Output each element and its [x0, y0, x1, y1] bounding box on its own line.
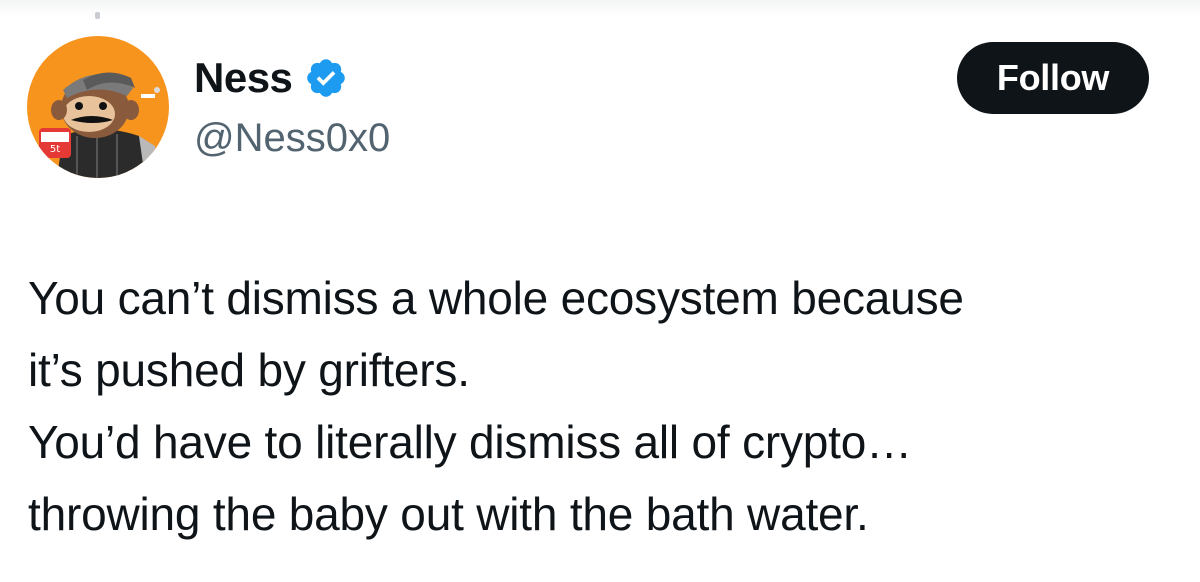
user-display-name[interactable]: Ness	[194, 52, 293, 104]
tweet-text-line: You can’t dismiss a whole ecosystem beca…	[28, 272, 964, 324]
svg-text:5t: 5t	[50, 144, 60, 155]
tweet-text-line: throwing the baby out with the bath wate…	[28, 488, 869, 540]
tweet-card: 5t Ness @Ness0x0 Follow You can’t dismis…	[0, 0, 1200, 582]
tweet-text: You can’t dismiss a whole ecosystem beca…	[28, 262, 1188, 550]
avatar[interactable]: 5t	[27, 36, 169, 178]
follow-button[interactable]: Follow	[957, 42, 1149, 114]
user-name-row: Ness	[194, 52, 348, 104]
avatar-image: 5t	[27, 36, 169, 178]
tweet-text-line: it’s pushed by grifters.	[28, 344, 470, 396]
user-handle[interactable]: @Ness0x0	[194, 113, 390, 163]
verified-badge-icon	[304, 56, 348, 100]
tweet-text-line: You’d have to literally dismiss all of c…	[28, 416, 912, 468]
